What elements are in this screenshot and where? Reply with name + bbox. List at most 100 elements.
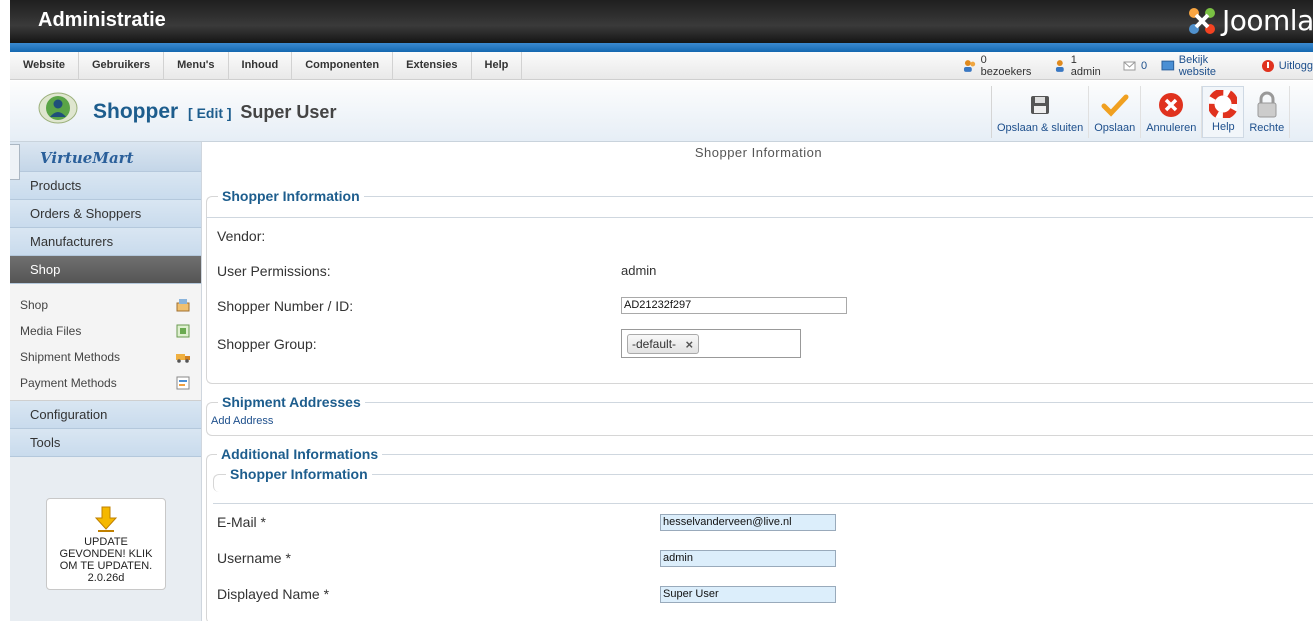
update-text-2: GEVONDEN! KLIK <box>59 548 153 560</box>
submenu-label: Media Files <box>20 324 82 338</box>
shopper-group-chip: -default- × <box>627 334 700 354</box>
displayed-name-label: Displayed Name * <box>217 586 330 602</box>
submenu-item-shop[interactable]: Shop <box>10 292 201 318</box>
submenu-item-shipment-methods[interactable]: Shipment Methods <box>10 344 201 370</box>
displayed-name-input[interactable]: Super User <box>660 586 836 603</box>
sidebar-item-products[interactable]: Products <box>10 172 201 200</box>
save-close-button[interactable]: Opslaan & sluiten <box>992 86 1090 138</box>
monitor-icon <box>1161 60 1175 71</box>
fieldset-divider <box>206 217 1313 218</box>
sidebar-collapse-handle[interactable] <box>10 144 20 180</box>
users-icon <box>963 60 976 72</box>
shopper-number-label: Shopper Number / ID: <box>217 298 354 314</box>
download-arrow-icon <box>94 506 118 532</box>
truck-icon <box>176 354 190 363</box>
menu-help[interactable]: Help <box>472 52 523 80</box>
help-label: Help <box>1212 121 1235 133</box>
page: Administratie Joomla Website Gebruikers … <box>0 0 1313 621</box>
sidebar-item-shop[interactable]: Shop <box>10 256 201 284</box>
email-label: E-Mail * <box>217 514 267 530</box>
shipment-legend: Shipment Addresses <box>218 394 365 410</box>
admins-status: 1 admin <box>1053 54 1109 78</box>
add-address-link[interactable]: Add Address <box>211 415 273 427</box>
vendor-label: Vendor: <box>217 228 266 244</box>
sidebar-item-tools[interactable]: Tools <box>10 429 201 457</box>
update-version: 2.0.26d <box>87 572 125 584</box>
permissions-label: Rechte <box>1249 122 1285 134</box>
admin-user-icon <box>1056 60 1064 72</box>
cancel-button[interactable]: Annuleren <box>1141 86 1203 138</box>
save-button[interactable]: Opslaan <box>1089 86 1142 138</box>
save-label: Opslaan <box>1094 122 1136 134</box>
logout-link[interactable]: Uitlogg <box>1261 59 1313 73</box>
shipment-fieldset <box>206 402 1313 436</box>
visitors-count: 0 bezoekers <box>980 54 1032 78</box>
check-icon <box>1100 90 1130 120</box>
menu-componenten[interactable]: Componenten <box>292 52 394 80</box>
shopper-info-legend: Shopper Information <box>218 188 364 204</box>
main-content: Shopper Information Shopper Information … <box>204 142 1313 621</box>
shopper-group-value: -default- <box>632 337 677 351</box>
submenu-label: Payment Methods <box>20 376 117 390</box>
user-permissions-label: User Permissions: <box>217 263 331 279</box>
submenu-label: Shop <box>20 298 49 312</box>
toolbar-buttons: Opslaan & sluiten Opslaan Annuleren Help… <box>991 86 1291 138</box>
media-icon <box>176 324 190 338</box>
page-title-edit: [ Edit ] <box>188 105 232 121</box>
menu-extensies[interactable]: Extensies <box>393 52 472 80</box>
fieldset-divider <box>213 503 1313 504</box>
help-button[interactable]: Help <box>1202 86 1245 138</box>
remove-chip-icon[interactable]: × <box>685 337 693 352</box>
legend-rule <box>376 454 1313 455</box>
message-icon <box>1123 61 1136 71</box>
shop-icon <box>176 299 190 312</box>
main-menu: Website Gebruikers Menu's Inhoud Compone… <box>10 52 523 80</box>
sidebar-item-orders-shoppers[interactable]: Orders & Shoppers <box>10 200 201 228</box>
additional-legend: Additional Informations <box>217 446 383 462</box>
email-input[interactable]: hesselvanderveen@live.nl <box>660 514 836 531</box>
virtuemart-logo: VirtueMart <box>40 149 134 167</box>
username-label: Username * <box>217 550 291 566</box>
visitors-status: 0 bezoekers <box>963 54 1039 78</box>
cancel-label: Annuleren <box>1146 122 1197 134</box>
username-input[interactable]: admin <box>660 550 836 567</box>
sidebar-item-manufacturers[interactable]: Manufacturers <box>10 228 201 256</box>
messages-status[interactable]: 0 <box>1123 60 1147 72</box>
menu-gebruikers[interactable]: Gebruikers <box>79 52 165 80</box>
admin-title: Administratie <box>38 9 166 31</box>
permissions-button[interactable]: Rechte <box>1244 86 1291 138</box>
menu-inhoud[interactable]: Inhoud <box>229 52 293 80</box>
legend-rule <box>360 196 1313 197</box>
page-toolbar: Shopper [ Edit ] Super User Opslaan & sl… <box>10 81 1313 142</box>
page-title-main: Shopper <box>93 100 179 123</box>
page-title: Shopper [ Edit ] Super User <box>93 100 336 124</box>
menu-website[interactable]: Website <box>10 52 79 80</box>
virtuemart-brand-bar: VirtueMart <box>10 142 201 180</box>
update-text-3: OM TE UPDATEN. <box>59 560 153 572</box>
logout-icon <box>1261 60 1274 72</box>
admin-menubar: Website Gebruikers Menu's Inhoud Compone… <box>10 52 1313 80</box>
save-close-label: Opslaan & sluiten <box>997 122 1084 134</box>
logout-label: Uitlogg <box>1278 60 1313 72</box>
payment-icon <box>176 376 190 390</box>
submenu-item-media-files[interactable]: Media Files <box>10 318 201 344</box>
shopper-number-input[interactable]: AD21232f297 <box>621 297 847 314</box>
cancel-icon <box>1156 90 1186 120</box>
legend-rule <box>364 474 1313 475</box>
admin-header: Administratie Joomla <box>10 0 1313 43</box>
lock-icon <box>1252 90 1282 120</box>
header-accent-bar <box>10 43 1313 52</box>
status-bar: 0 bezoekers 1 admin 0 Bekijk website Uit… <box>963 52 1313 80</box>
submenu-item-payment-methods[interactable]: Payment Methods <box>10 370 201 396</box>
view-site-link[interactable]: Bekijk website <box>1161 54 1247 78</box>
shopper-group-select[interactable]: -default- × <box>621 329 801 358</box>
sidebar-item-configuration[interactable]: Configuration <box>10 401 201 429</box>
shopper-group-label: Shopper Group: <box>217 336 317 352</box>
update-notice-button[interactable]: UPDATE GEVONDEN! KLIK OM TE UPDATEN. 2.0… <box>46 498 166 590</box>
inner-shopper-legend: Shopper Information <box>226 466 372 482</box>
menu-menus[interactable]: Menu's <box>164 52 229 80</box>
view-site-label: Bekijk website <box>1178 54 1217 78</box>
messages-count: 0 <box>1140 60 1148 72</box>
joomla-logo-icon <box>1189 7 1215 34</box>
user-permissions-value: admin <box>621 263 657 278</box>
